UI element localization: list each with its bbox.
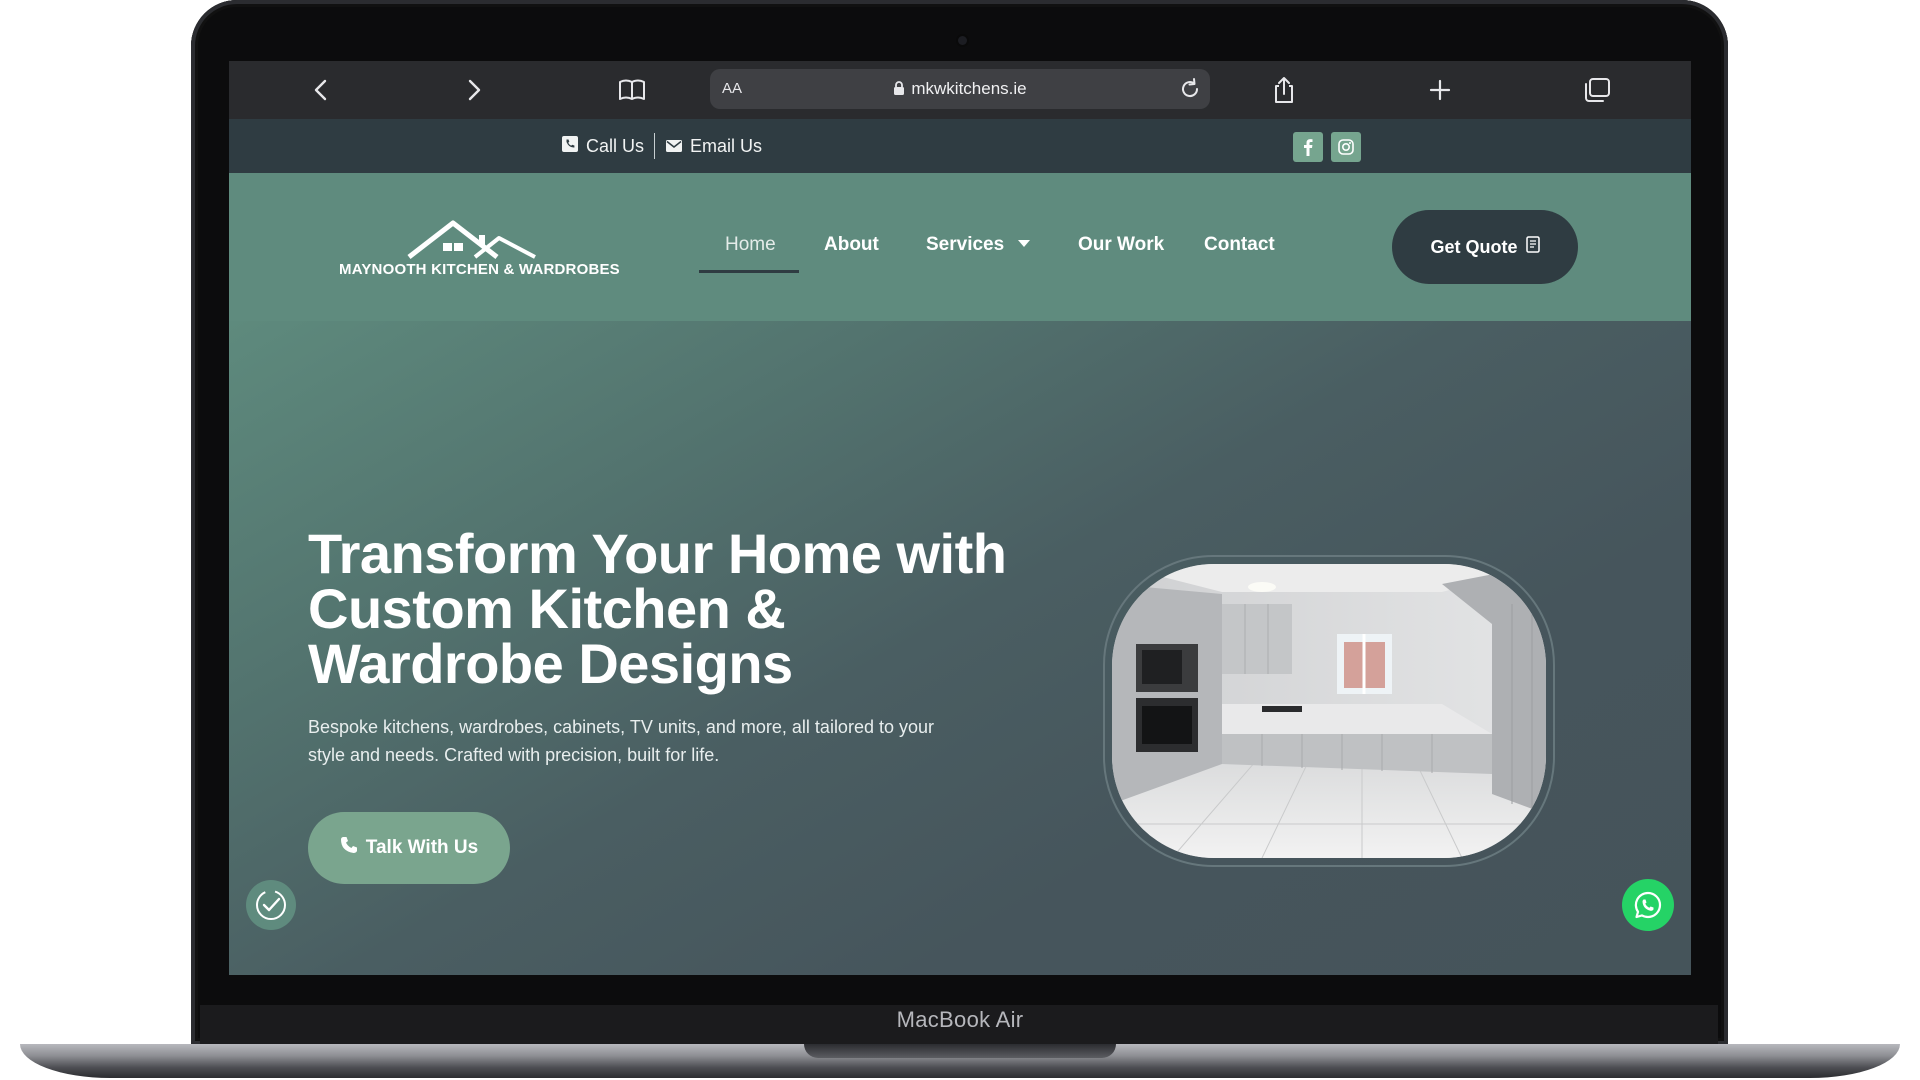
plus-icon[interactable] (1425, 75, 1455, 105)
caret-down-icon (1018, 240, 1031, 247)
url-bar[interactable]: AA mkwkitchens.ie (710, 69, 1210, 109)
logo-text: MAYNOOTH KITCHEN & WARDROBES (339, 261, 620, 278)
facebook-icon[interactable] (1293, 132, 1323, 162)
get-quote-button[interactable]: Get Quote (1392, 210, 1578, 284)
tabs-icon[interactable] (1582, 75, 1612, 105)
nav-services[interactable]: Services (926, 234, 1031, 256)
phone-icon (562, 136, 578, 157)
nav-active-indicator (699, 270, 799, 273)
email-us-link[interactable]: Email Us (666, 136, 762, 157)
site-logo[interactable]: MAYNOOTH KITCHEN & WARDROBES (339, 213, 620, 283)
chevron-right-icon[interactable] (460, 75, 490, 105)
instagram-icon[interactable] (1331, 132, 1361, 162)
laptop-base-notch (804, 1044, 1116, 1058)
top-contact-bar: Call Us Email Us (229, 119, 1691, 173)
hero-title: Transform Your Home with Custom Kitchen … (308, 522, 1007, 695)
lock-icon (893, 80, 905, 101)
talk-with-us-button[interactable]: Talk With Us (308, 812, 510, 884)
contact-divider (654, 133, 655, 159)
house-roof-icon (407, 220, 536, 259)
chevron-left-icon[interactable] (305, 75, 335, 105)
browser-toolbar: AA mkwkitchens.ie (229, 61, 1691, 119)
nav-contact[interactable]: Contact (1204, 234, 1275, 256)
accessibility-icon[interactable] (246, 880, 296, 930)
nav-our-work[interactable]: Our Work (1078, 234, 1164, 256)
phone-icon (340, 836, 358, 860)
hero-section: Transform Your Home with Custom Kitchen … (229, 321, 1691, 975)
screen: AA mkwkitchens.ie Call Us Email Us MAYNO… (229, 61, 1691, 975)
nav-about[interactable]: About (824, 234, 879, 256)
camera (958, 36, 967, 45)
envelope-icon (666, 136, 682, 157)
nav-home[interactable]: Home (725, 234, 776, 256)
device-label: MacBook Air (896, 1007, 1024, 1032)
share-icon[interactable] (1269, 75, 1299, 105)
site-header: MAYNOOTH KITCHEN & WARDROBES Home About … (229, 173, 1691, 321)
hero-subtitle: Bespoke kitchens, wardrobes, cabinets, T… (308, 717, 934, 765)
document-icon (1525, 236, 1540, 258)
book-icon[interactable] (617, 75, 647, 105)
reload-icon[interactable] (1178, 77, 1202, 106)
kitchen-photo (1112, 564, 1546, 858)
whatsapp-icon[interactable] (1622, 879, 1674, 931)
call-us-link[interactable]: Call Us (562, 136, 644, 157)
url-text: mkwkitchens.ie (911, 79, 1027, 98)
